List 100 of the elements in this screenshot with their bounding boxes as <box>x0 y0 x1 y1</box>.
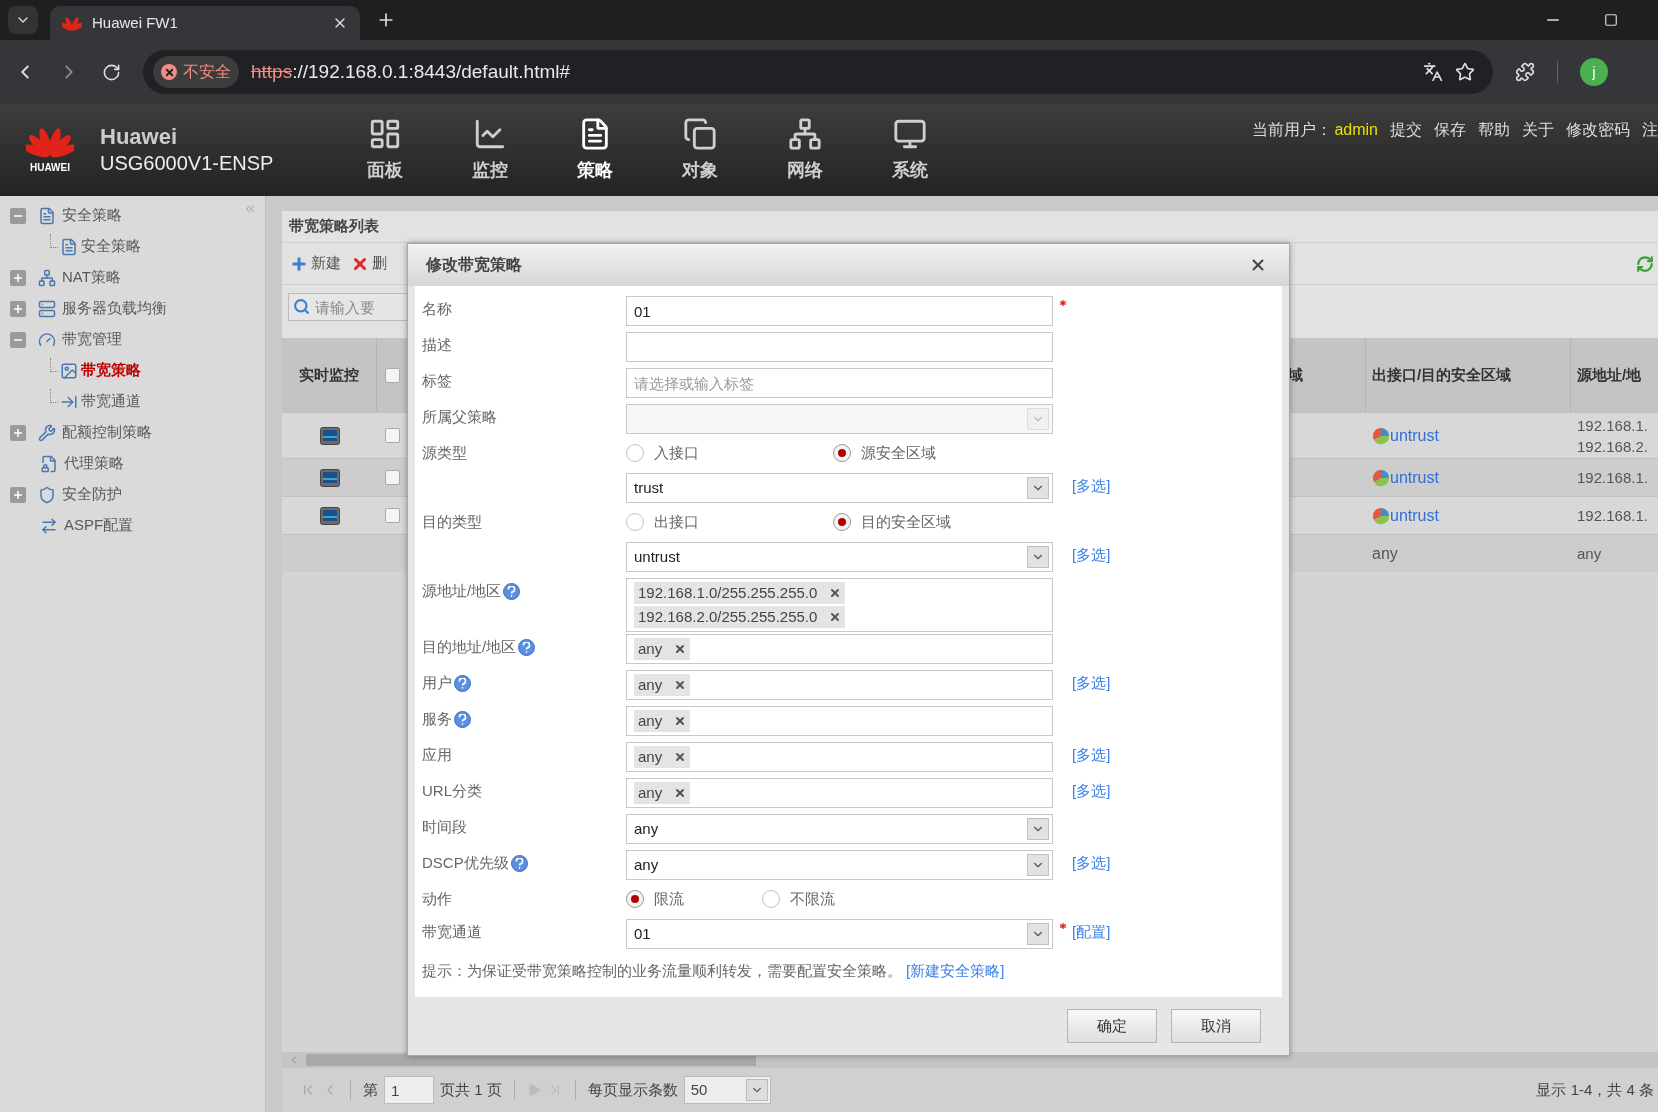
tree-item[interactable]: 带宽策略 <box>60 359 141 382</box>
nav-tab[interactable]: 策略 <box>542 104 647 196</box>
radio-button[interactable] <box>626 513 644 531</box>
tree-item[interactable]: 服务器负载均衡 <box>38 297 167 320</box>
select-field[interactable]: any <box>626 814 1053 844</box>
radio-label[interactable]: 限流 <box>654 887 684 911</box>
tree-item[interactable]: 安全策略 <box>38 204 122 227</box>
tag-chip: any <box>634 638 691 660</box>
link[interactable]: [多选] <box>1072 540 1111 567</box>
radio-label[interactable]: 源安全区域 <box>861 441 936 465</box>
header-link[interactable]: 提交 <box>1390 118 1422 142</box>
page-size-select[interactable]: 50 <box>683 1076 771 1104</box>
new-button[interactable]: 新建 <box>290 252 341 275</box>
remove-icon[interactable] <box>674 679 687 691</box>
remove-icon[interactable] <box>829 587 842 599</box>
help-icon[interactable] <box>454 710 471 728</box>
select-field[interactable]: trust <box>626 473 1053 503</box>
tree-item[interactable]: 带宽通道 <box>60 390 141 413</box>
select-field[interactable]: untrust <box>626 542 1053 572</box>
reload-icon[interactable] <box>102 62 121 82</box>
tag-input-field[interactable]: any <box>626 670 1053 700</box>
maximize-icon[interactable] <box>1604 13 1618 27</box>
confirm-button[interactable]: 确定 <box>1067 1009 1157 1043</box>
tree-item[interactable]: NAT策略 <box>38 266 121 289</box>
select-field[interactable]: 01 <box>626 919 1053 949</box>
link[interactable]: [多选] <box>1072 848 1111 875</box>
header-link[interactable]: 修改密码 <box>1566 118 1630 142</box>
remove-icon[interactable] <box>674 643 687 655</box>
nav-tab[interactable]: 面板 <box>332 104 437 196</box>
tag-input-field[interactable]: any <box>626 634 1053 664</box>
cancel-button[interactable]: 取消 <box>1171 1009 1261 1043</box>
help-icon[interactable] <box>510 854 528 872</box>
nav-tab[interactable]: 对象 <box>647 104 752 196</box>
radio-button[interactable] <box>833 513 851 531</box>
radio-button[interactable] <box>833 444 851 462</box>
security-badge[interactable]: 不安全 <box>153 56 239 88</box>
help-icon[interactable] <box>503 582 521 600</box>
new-security-policy-link[interactable]: [新建安全策略] <box>906 959 1005 983</box>
monitor-icon[interactable] <box>319 426 340 445</box>
table-cell-text: any <box>1577 544 1603 564</box>
radio-label[interactable]: 不限流 <box>790 887 835 911</box>
tab-list-button[interactable] <box>8 6 38 34</box>
tree-item[interactable]: 安全策略 <box>60 235 141 258</box>
page-field[interactable]: 1 <box>384 1076 434 1104</box>
remove-icon[interactable] <box>674 715 687 727</box>
header-link[interactable]: 保存 <box>1434 118 1466 142</box>
pie-icon <box>1372 506 1390 525</box>
monitor-icon[interactable] <box>319 506 340 525</box>
checkbox[interactable] <box>384 367 400 383</box>
link[interactable]: [多选] <box>1072 471 1111 498</box>
radio-button[interactable] <box>626 444 644 462</box>
radio-label[interactable]: 目的安全区域 <box>861 510 951 534</box>
monitor-icon[interactable] <box>319 468 340 487</box>
text-field[interactable] <box>626 332 1053 362</box>
bookmark-star-icon[interactable] <box>1455 62 1475 82</box>
checkbox[interactable] <box>384 428 400 443</box>
text-field[interactable]: 01 <box>626 296 1053 326</box>
radio-label[interactable]: 出接口 <box>654 510 699 534</box>
browser-tab[interactable]: Huawei FW1 <box>50 6 360 40</box>
tag-input-field[interactable]: any <box>626 706 1053 736</box>
radio-button[interactable] <box>762 890 780 908</box>
remove-icon[interactable] <box>829 611 842 623</box>
nav-tab[interactable]: 监控 <box>437 104 542 196</box>
zone-link[interactable]: untrust <box>1372 423 1439 448</box>
text-field[interactable]: 请选择或输入标签 <box>626 368 1053 398</box>
field-label: 应用 <box>422 745 452 765</box>
tree-item[interactable]: 带宽管理 <box>38 328 122 351</box>
tree-item[interactable]: ASPF配置 <box>40 514 134 537</box>
link[interactable]: [多选] <box>1072 740 1111 767</box>
tag-input-field[interactable]: any <box>626 742 1053 772</box>
checkbox[interactable] <box>384 508 400 523</box>
header-link[interactable]: 注 <box>1642 118 1658 142</box>
header-link[interactable]: 帮助 <box>1478 118 1510 142</box>
tag-input-field[interactable]: any <box>626 778 1053 808</box>
tag-input-field[interactable]: 192.168.1.0/255.255.255.0 192.168.2.0/255.255.255.0 <box>626 578 1053 632</box>
nav-tab[interactable]: 网络 <box>752 104 857 196</box>
remove-icon[interactable] <box>674 751 687 763</box>
link[interactable]: [配置] <box>1072 917 1111 944</box>
logo-text: HUAWEI <box>30 160 70 175</box>
checkbox[interactable] <box>384 470 400 485</box>
help-icon[interactable] <box>454 674 471 692</box>
radio-label[interactable]: 入接口 <box>654 441 699 465</box>
delete-button[interactable]: 删 <box>351 252 387 275</box>
select-field[interactable]: any <box>626 850 1053 880</box>
address-bar[interactable]: 不安全 https://192.168.0.1:8443/default.html# <box>143 50 1493 94</box>
tree-item[interactable]: 安全防护 <box>38 483 122 506</box>
tree-item[interactable]: 配额控制策略 <box>38 421 152 444</box>
help-icon[interactable] <box>518 638 536 656</box>
field-label: DSCP优先级 <box>422 853 509 873</box>
nav-tab[interactable]: 系统 <box>857 104 962 196</box>
remove-icon[interactable] <box>674 787 687 799</box>
refresh-icon[interactable] <box>1636 255 1654 273</box>
radio-button[interactable] <box>626 890 644 908</box>
link[interactable]: [多选] <box>1072 776 1111 803</box>
tree-item[interactable]: 代理策略 <box>40 452 124 475</box>
extensions-icon[interactable] <box>1515 62 1535 82</box>
link[interactable]: [多选] <box>1072 668 1111 695</box>
translate-icon[interactable] <box>1423 62 1443 82</box>
header-link[interactable]: 关于 <box>1522 118 1554 142</box>
zone-link[interactable]: untrust <box>1372 503 1439 528</box>
